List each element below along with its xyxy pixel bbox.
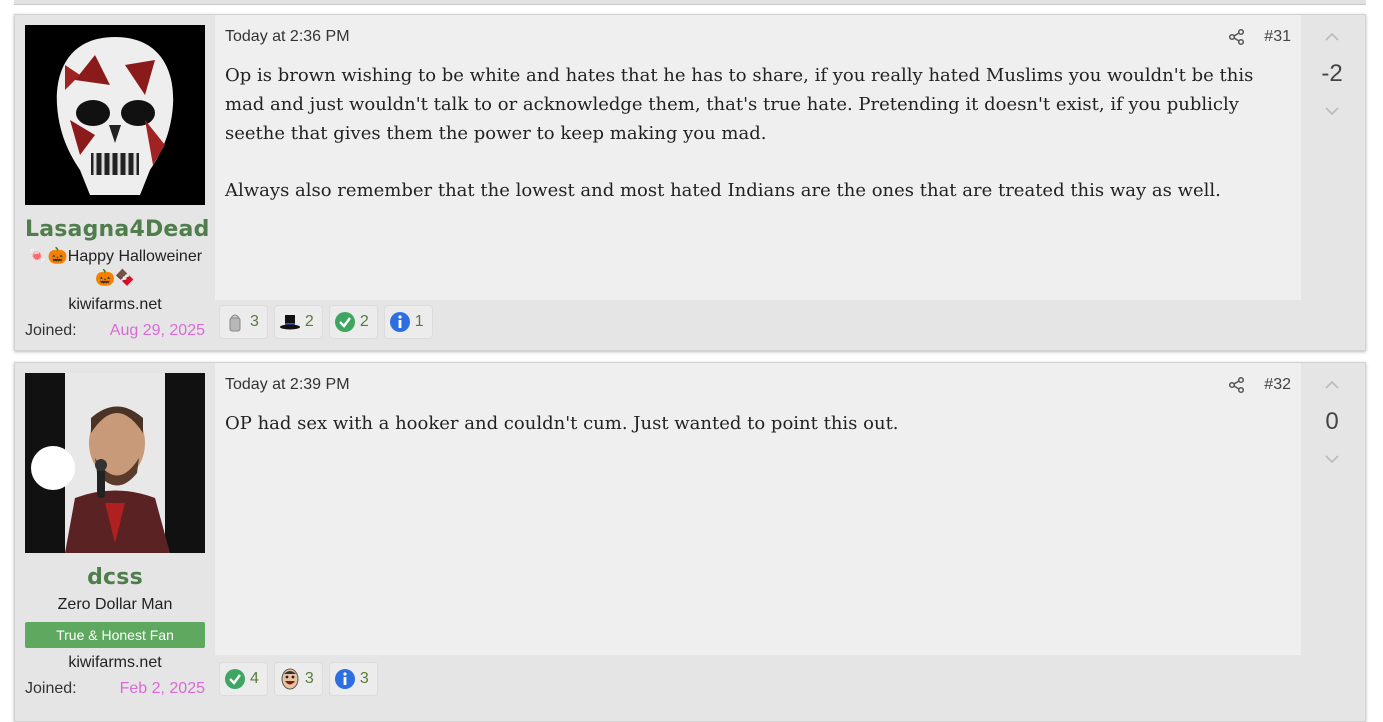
reaction-count: 1 <box>414 313 424 330</box>
vote-panel: 0 <box>1299 363 1365 468</box>
post: Lasagna4Dead 🍬🎃Happy Halloweiner 🎃🍫 kiwi… <box>14 14 1366 351</box>
user-site: kiwifarms.net <box>68 296 162 313</box>
reaction-count: 3 <box>359 670 369 687</box>
post-paragraph: Always also remember that the lowest and… <box>225 180 1221 201</box>
vote-panel: -2 <box>1299 15 1365 120</box>
joined-label: Joined: <box>25 322 77 339</box>
reaction-salt[interactable]: 3 <box>219 305 268 339</box>
reaction-top-hat[interactable]: 2 <box>273 305 323 339</box>
user-banner: True & Honest Fan <box>25 622 205 648</box>
user-site: kiwifarms.net <box>68 654 162 671</box>
reaction-count: 3 <box>304 670 314 687</box>
user-info-panel: Lasagna4Dead 🍬🎃Happy Halloweiner 🎃🍫 kiwi… <box>25 25 209 340</box>
reaction-agree[interactable]: 4 <box>219 662 268 696</box>
reaction-count: 3 <box>250 313 259 330</box>
post-number-link[interactable]: #31 <box>1264 28 1291 46</box>
joined-row: Joined: Aug 29, 2025 <box>25 322 205 340</box>
top-hat-icon <box>279 315 300 330</box>
post-content: OP had sex with a hooker and couldn't cu… <box>225 409 1291 438</box>
reaction-bar: 4 3 3 <box>219 662 378 696</box>
laughing-face-icon <box>281 668 299 690</box>
reaction-count: 2 <box>304 313 314 330</box>
avatar[interactable] <box>25 373 205 553</box>
previous-post-edge <box>14 0 1366 5</box>
post: dcss Zero Dollar Man True & Honest Fan k… <box>14 362 1366 722</box>
checkmark-icon <box>225 669 245 689</box>
upvote-chevron-icon[interactable] <box>1323 376 1341 394</box>
reaction-laughing[interactable]: 3 <box>273 662 323 696</box>
info-icon <box>334 669 355 689</box>
post-paragraph: Op is brown wishing to be white and hate… <box>225 65 1254 144</box>
reaction-agree[interactable]: 2 <box>328 305 378 339</box>
vote-score: -2 <box>1321 60 1343 87</box>
joined-label: Joined: <box>25 680 77 697</box>
reaction-informative[interactable]: 1 <box>383 305 433 339</box>
upvote-chevron-icon[interactable] <box>1323 28 1341 46</box>
joined-row: Joined: Feb 2, 2025 <box>25 680 205 698</box>
user-title: Zero Dollar Man <box>57 596 173 613</box>
info-icon <box>389 312 410 332</box>
post-number-link[interactable]: #32 <box>1264 376 1291 394</box>
post-body: Today at 2:36 PM #31 Op is brown wishing… <box>215 15 1301 300</box>
post-date[interactable]: Today at 2:39 PM <box>225 376 350 394</box>
post-date[interactable]: Today at 2:36 PM <box>225 28 350 46</box>
joined-date: Aug 29, 2025 <box>109 322 205 339</box>
downvote-chevron-icon[interactable] <box>1323 450 1341 468</box>
share-icon[interactable] <box>1228 376 1246 394</box>
post-meta: Today at 2:39 PM #32 <box>225 375 1291 395</box>
reaction-bar: 3 2 2 1 <box>219 305 433 339</box>
avatar[interactable] <box>25 25 205 205</box>
share-icon[interactable] <box>1228 28 1246 46</box>
post-paragraph: OP had sex with a hooker and couldn't cu… <box>225 413 899 434</box>
post-body: Today at 2:39 PM #32 OP had sex with a h… <box>215 363 1301 655</box>
salt-shaker-icon <box>229 314 241 332</box>
post-meta: Today at 2:36 PM #31 <box>225 27 1291 47</box>
reaction-count: 2 <box>359 313 369 330</box>
post-content: Op is brown wishing to be white and hate… <box>225 61 1291 205</box>
downvote-chevron-icon[interactable] <box>1323 102 1341 120</box>
reaction-count: 4 <box>250 670 259 687</box>
username[interactable]: dcss <box>25 565 205 590</box>
joined-date: Feb 2, 2025 <box>119 680 205 697</box>
username[interactable]: Lasagna4Dead <box>25 217 209 242</box>
user-info-panel: dcss Zero Dollar Man True & Honest Fan k… <box>25 373 205 698</box>
reaction-informative[interactable]: 3 <box>328 662 378 696</box>
vote-score: 0 <box>1325 408 1339 435</box>
checkmark-icon <box>334 312 355 332</box>
user-title: 🍬🎃Happy Halloweiner 🎃🍫 <box>27 248 203 287</box>
